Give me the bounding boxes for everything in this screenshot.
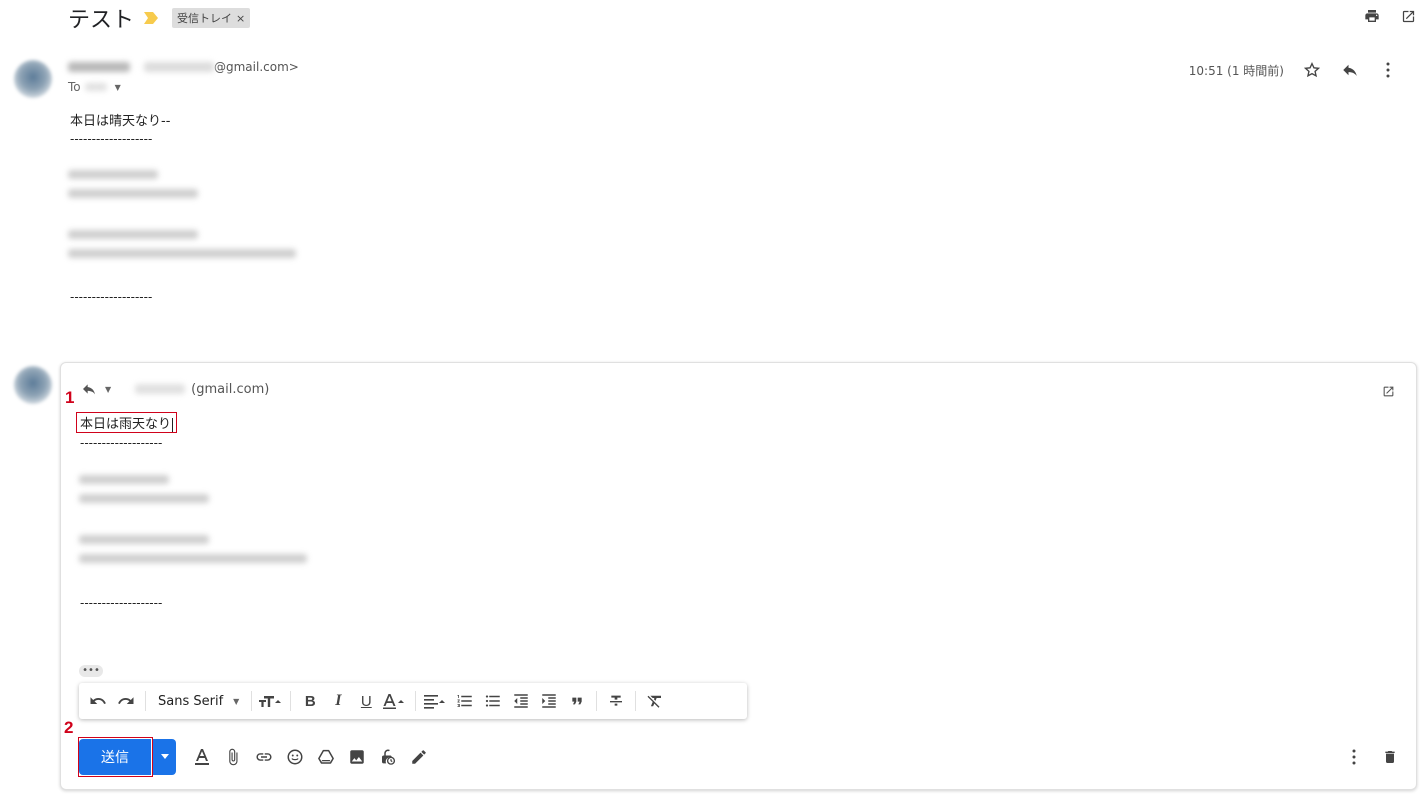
font-select[interactable]: Sans Serif ▼ <box>152 687 245 715</box>
discard-draft-icon[interactable] <box>1380 747 1400 767</box>
undo-icon[interactable] <box>85 687 111 715</box>
font-chevron-down-icon: ▼ <box>233 696 240 706</box>
indent-more-icon[interactable] <box>536 687 562 715</box>
reply-separator-bottom: ------------------- <box>80 596 163 610</box>
attach-file-icon[interactable] <box>223 747 243 767</box>
formatting-toolbar: Sans Serif ▼ B I U <box>79 683 747 719</box>
sender-email-domain: @gmail.com> <box>214 60 299 74</box>
send-options-button[interactable] <box>152 739 176 775</box>
insert-signature-icon[interactable] <box>409 747 429 767</box>
thread-toolbar <box>1362 6 1418 26</box>
open-in-new-window-icon[interactable] <box>1398 6 1418 26</box>
bulleted-list-icon[interactable] <box>480 687 506 715</box>
reply-quoted-signature-blurred <box>79 475 307 563</box>
reply-icon[interactable] <box>1340 60 1360 80</box>
strikethrough-icon[interactable] <box>603 687 629 715</box>
thread-header: テスト 受信トレイ × <box>68 2 251 34</box>
italic-icon[interactable]: I <box>325 687 351 715</box>
sender-name-blurred[interactable] <box>68 62 130 72</box>
formatting-options-icon[interactable] <box>192 747 212 767</box>
annotation-highlight-reply-text <box>76 412 177 433</box>
to-label: To <box>68 80 81 94</box>
confidential-mode-icon[interactable] <box>378 747 398 767</box>
importance-marker-icon[interactable] <box>144 12 159 24</box>
more-vert-icon[interactable] <box>1378 60 1398 80</box>
bold-icon[interactable]: B <box>297 687 323 715</box>
message-meta: 10:51 (1 時間前) <box>1189 60 1398 80</box>
annotation-highlight-send-button <box>78 737 153 777</box>
annotation-step-2: 2 <box>64 718 74 737</box>
redo-icon[interactable] <box>113 687 139 715</box>
recipient-line[interactable]: To ▼ <box>68 80 1408 94</box>
align-icon[interactable] <box>422 687 450 715</box>
label-chip-inbox: 受信トレイ × <box>172 8 251 28</box>
reply-header: ▼ (gmail.com) <box>79 379 269 399</box>
recipient-blurred <box>84 83 107 91</box>
label-chip-text: 受信トレイ <box>177 12 233 25</box>
thread-subject: テスト <box>68 8 135 33</box>
popout-reply-icon[interactable] <box>1378 381 1398 401</box>
show-trimmed-content-button[interactable]: ••• <box>79 665 103 677</box>
font-select-value: Sans Serif <box>158 693 224 709</box>
message-separator: ------------------- <box>70 132 153 146</box>
indent-less-icon[interactable] <box>508 687 534 715</box>
compose-right-actions <box>1344 747 1400 767</box>
remove-formatting-icon[interactable] <box>642 687 668 715</box>
reply-recipient-blurred[interactable] <box>135 384 186 394</box>
insert-link-icon[interactable] <box>254 747 274 767</box>
signature-blurred <box>68 170 296 258</box>
sender-avatar[interactable] <box>14 60 52 98</box>
reply-type-chevron-down-icon[interactable]: ▼ <box>105 385 111 394</box>
text-color-icon[interactable] <box>381 687 409 715</box>
compose-tool-icons <box>192 747 429 767</box>
message-card: @gmail.com> To ▼ 10:51 (1 時間前) 本日は晴天なり--… <box>68 60 1408 304</box>
reply-compose-card: ▼ (gmail.com) 本日は雨天なり ------------------… <box>60 362 1417 790</box>
more-options-icon[interactable] <box>1344 747 1364 767</box>
chevron-down-icon <box>160 754 169 759</box>
text-size-icon[interactable] <box>258 687 284 715</box>
reply-separator: ------------------- <box>80 436 163 450</box>
annotation-step-1: 1 <box>65 388 75 407</box>
message-separator-bottom: ------------------- <box>70 290 153 304</box>
google-drive-icon[interactable] <box>316 747 336 767</box>
chevron-down-icon[interactable]: ▼ <box>115 83 121 92</box>
print-icon[interactable] <box>1362 6 1382 26</box>
reply-recipient-domain: (gmail.com) <box>191 381 270 397</box>
my-avatar <box>14 366 52 404</box>
insert-photo-icon[interactable] <box>347 747 367 767</box>
quote-icon[interactable] <box>564 687 590 715</box>
message-time: 10:51 (1 時間前) <box>1188 63 1284 78</box>
reply-type-icon[interactable] <box>79 379 99 399</box>
sender-address-blurred <box>144 62 214 72</box>
star-icon[interactable] <box>1302 60 1322 80</box>
message-body-line: 本日は晴天なり-- <box>70 114 171 129</box>
insert-emoji-icon[interactable] <box>285 747 305 767</box>
underline-icon[interactable]: U <box>353 687 379 715</box>
remove-label-button[interactable]: × <box>236 12 245 25</box>
numbered-list-icon[interactable] <box>452 687 478 715</box>
